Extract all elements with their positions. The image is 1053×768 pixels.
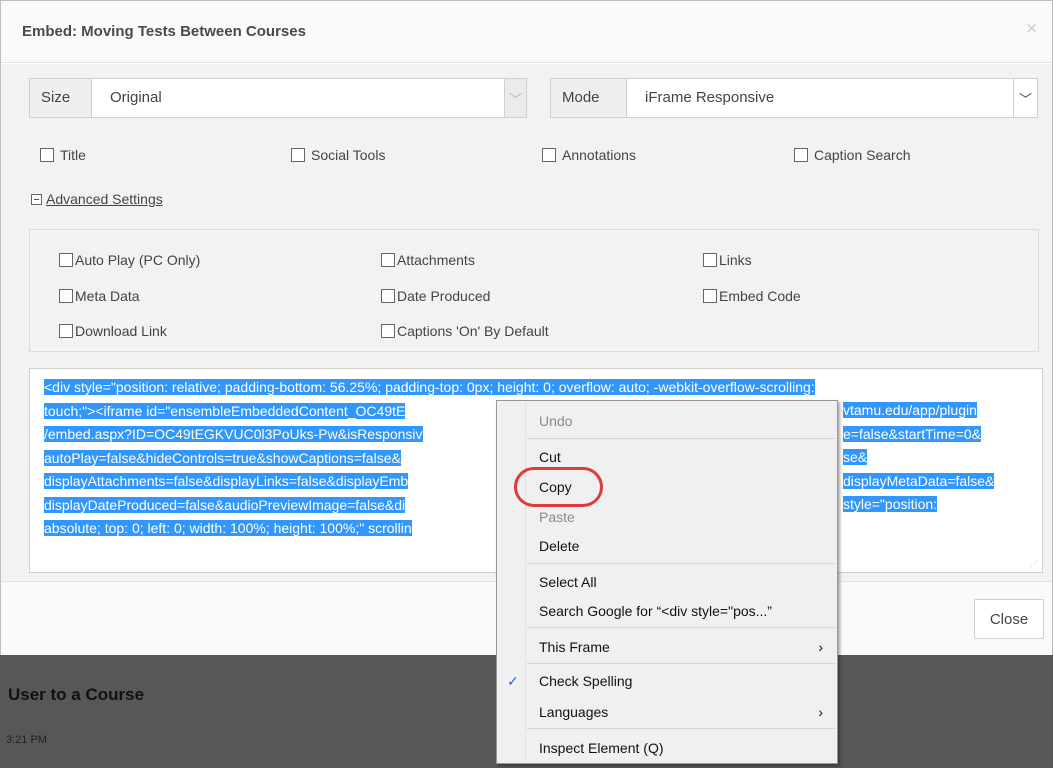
advanced-settings-label: Advanced Settings [46,191,163,207]
checkbox-box[interactable] [59,289,73,303]
checkbox-links-label: Links [719,252,752,268]
checkbox-captions-on[interactable]: Captions 'On' By Default [381,323,549,339]
menu-item-label: Paste [539,509,575,525]
menu-item-label: Delete [539,538,580,554]
mode-select[interactable]: Mode iFrame Responsive ﹀ [550,78,1038,118]
code-line-tail: se& [843,449,868,465]
checkbox-box[interactable] [59,324,73,338]
checkbox-box[interactable] [381,253,395,267]
close-icon[interactable]: × [1025,19,1038,37]
menu-item-inspect-element[interactable]: Inspect Element (Q) [497,736,837,760]
menu-item-label: Select All [539,574,597,590]
background-time: 3:21 PM [6,734,47,746]
menu-item-label: This Frame [539,639,610,655]
checkbox-social-tools[interactable]: Social Tools [291,147,385,163]
checkbox-meta-data-label: Meta Data [75,288,140,304]
checkbox-box[interactable] [542,148,556,162]
checkbox-embed-code[interactable]: Embed Code [703,288,801,304]
checkbox-attachments-label: Attachments [397,252,475,268]
checkbox-auto-play[interactable]: Auto Play (PC Only) [59,252,200,268]
checkbox-box[interactable] [59,253,73,267]
code-line: displayDateProduced=false&audioPreviewIm… [44,496,406,513]
menu-item-check-spelling[interactable]: ✓ Check Spelling [497,669,837,693]
checkbox-box[interactable] [40,148,54,162]
collapse-icon [31,193,42,205]
menu-separator [527,438,835,439]
checkmark-icon: ✓ [507,673,519,689]
menu-separator [527,728,835,729]
checkbox-box[interactable] [291,148,305,162]
checkbox-date-produced[interactable]: Date Produced [381,288,490,304]
resize-grip-icon[interactable]: ⋰ [1030,560,1038,568]
checkbox-meta-data[interactable]: Meta Data [59,288,140,304]
chevron-down-icon: ﹀ [504,79,526,117]
size-value: Original [110,89,162,106]
close-button[interactable]: Close [974,599,1044,639]
checkbox-captions-on-label: Captions 'On' By Default [397,323,549,339]
code-line: displayAttachments=false&displayLinks=fa… [44,473,409,489]
checkbox-box[interactable] [703,289,717,303]
mode-label: Mode [551,79,627,117]
checkbox-download-link-label: Download Link [75,323,167,339]
mode-value: iFrame Responsive [645,89,775,106]
chevron-down-icon: ﹀ [1013,79,1037,117]
context-menu: Undo Cut Copy Paste Delete Select All Se… [496,400,838,764]
code-line: touch;"><iframe id="ensembleEmbeddedCont… [44,402,406,419]
menu-separator [527,663,835,664]
code-line-tail: e=false&startTime=0& [843,425,981,442]
dialog-title: Embed: Moving Tests Between Courses [22,23,306,40]
menu-item-delete[interactable]: Delete [497,534,837,558]
checkbox-title-label: Title [60,147,86,163]
checkbox-social-tools-label: Social Tools [311,147,386,163]
checkbox-attachments[interactable]: Attachments [381,252,475,268]
checkbox-auto-play-label: Auto Play (PC Only) [75,252,201,268]
menu-item-label: Check Spelling [539,673,633,689]
menu-item-paste[interactable]: Paste [497,505,837,529]
menu-item-label: Copy [539,479,572,495]
checkbox-caption-search[interactable]: Caption Search [794,147,911,163]
checkbox-box[interactable] [703,253,717,267]
checkbox-annotations-label: Annotations [562,147,636,163]
menu-item-label: Cut [539,449,561,465]
code-line: <div style="position: relative; padding-… [44,379,815,395]
menu-item-this-frame[interactable]: This Frame › [497,635,837,659]
checkbox-box[interactable] [381,289,395,303]
size-label: Size [30,79,92,117]
checkbox-title[interactable]: Title [40,147,86,163]
checkbox-date-produced-label: Date Produced [397,288,491,304]
menu-item-undo[interactable]: Undo [497,409,837,433]
checkbox-box[interactable] [794,148,808,162]
menu-item-label: Search Google for “<div style="pos...” [539,603,772,619]
menu-item-label: Inspect Element (Q) [539,740,664,756]
checkbox-annotations[interactable]: Annotations [542,147,636,163]
chevron-right-icon: › [818,639,823,655]
code-line: /embed.aspx?ID=OC49tEGKVUC0l3PoUks-Pw&is… [44,426,423,442]
code-line-tail: style="position: [843,496,938,512]
dialog-header: Embed: Moving Tests Between Courses × [1,1,1052,63]
menu-item-label: Languages [539,704,609,720]
checkbox-links[interactable]: Links [703,252,752,268]
background-title: User to a Course [8,685,145,704]
code-line-tail: displayMetaData=false& [843,472,995,489]
menu-item-cut[interactable]: Cut [497,445,837,469]
checkbox-caption-search-label: Caption Search [814,147,911,163]
menu-item-languages[interactable]: Languages › [497,700,837,724]
checkbox-download-link[interactable]: Download Link [59,323,167,339]
code-line: absolute; top: 0; left: 0; width: 100%; … [44,520,412,536]
menu-separator [527,563,835,564]
code-line: autoPlay=false&hideControls=true&showCap… [44,449,401,466]
checkbox-box[interactable] [381,324,395,338]
menu-item-label: Undo [539,413,573,429]
advanced-settings-toggle[interactable]: Advanced Settings [31,191,163,207]
chevron-right-icon: › [818,704,823,720]
code-line-tail: vtamu.edu/app/plugin [843,402,977,418]
size-select[interactable]: Size Original ﹀ [29,78,527,118]
checkbox-embed-code-label: Embed Code [719,288,801,304]
menu-item-search-google[interactable]: Search Google for “<div style="pos...” [497,599,837,623]
menu-separator [527,627,835,628]
menu-item-select-all[interactable]: Select All [497,570,837,594]
menu-item-copy[interactable]: Copy [497,475,837,499]
